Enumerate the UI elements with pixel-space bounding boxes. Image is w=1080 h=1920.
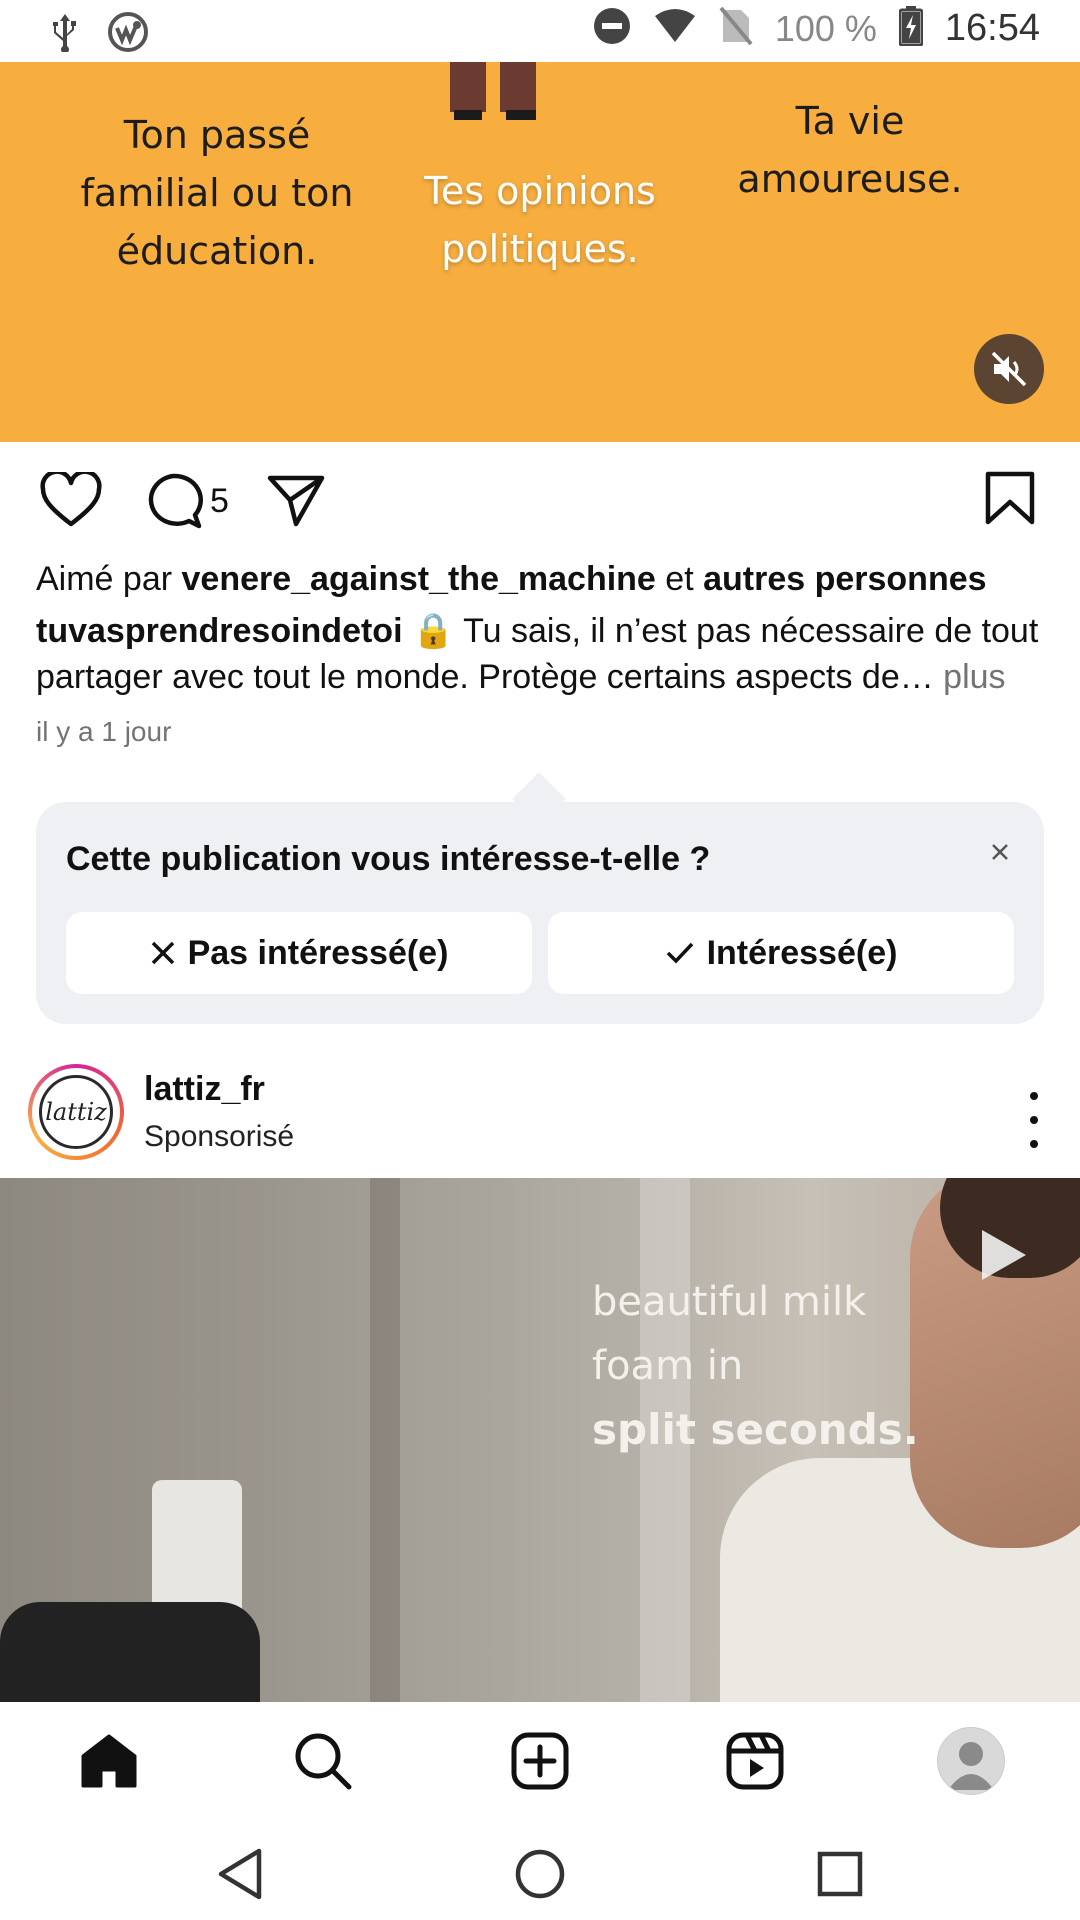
nav-reels-button[interactable] <box>720 1726 790 1796</box>
sponsored-label: Sponsorisé <box>144 1120 295 1153</box>
interested-button[interactable]: Intéressé(e) <box>548 912 1014 994</box>
card-close-button[interactable] <box>980 832 1020 872</box>
send-icon <box>267 475 325 527</box>
video-overlay-text: beautiful milk foam in split seconds. <box>592 1270 919 1462</box>
interest-card-title: Cette publication vous intéresse-t-elle … <box>66 840 711 878</box>
system-back-button[interactable] <box>210 1844 270 1904</box>
system-home-button[interactable] <box>510 1844 570 1904</box>
likes-line: Aimé par venere_against_the_machine et a… <box>36 556 1046 602</box>
dot <box>1030 1140 1038 1148</box>
no-sim-icon <box>719 6 753 51</box>
nav-search-button[interactable] <box>288 1726 358 1796</box>
lattiz-logo: lattiz <box>39 1075 113 1149</box>
comment-button[interactable]: 5 <box>142 472 229 530</box>
sponsored-post-header: lattiz lattiz_fr Sponsorisé <box>0 1054 1080 1178</box>
media-caption-center: Tes opinions politiques. <box>424 169 656 271</box>
app-notification-icon <box>108 12 148 57</box>
wall-seam <box>370 1178 400 1702</box>
like-button[interactable] <box>40 472 102 528</box>
home-icon <box>81 1734 137 1788</box>
dot <box>1030 1092 1038 1100</box>
caption-ellipsis: … <box>899 658 934 696</box>
comment-count: 5 <box>210 481 229 520</box>
bottom-navigation <box>0 1702 1080 1820</box>
comment-icon <box>148 473 203 529</box>
reels-icon <box>726 1732 784 1790</box>
post-actions: 5 <box>0 442 1080 562</box>
post-media-image[interactable]: Ton passé familial ou ton éducation. Tes… <box>0 62 1080 442</box>
post-username[interactable]: lattiz_fr <box>144 1070 265 1109</box>
status-bar: 100 % 16:54 <box>0 0 1080 62</box>
post-caption: tuvasprendresoindetoi 🔒 Tu sais, il n’es… <box>36 608 1046 700</box>
mute-button[interactable] <box>974 334 1044 404</box>
search-icon <box>295 1733 352 1790</box>
media-caption-left: Ton passé familial ou ton éducation. <box>80 113 354 273</box>
check-icon <box>666 942 693 964</box>
caption-author-link[interactable]: tuvasprendresoindetoi <box>36 612 403 650</box>
profile-avatar <box>937 1727 1005 1795</box>
wifi-icon <box>653 8 697 49</box>
system-navigation-bar <box>0 1820 1080 1920</box>
home-circle-icon <box>515 1849 565 1899</box>
avatar[interactable]: lattiz <box>28 1064 124 1160</box>
more-link[interactable]: plus <box>934 658 1005 696</box>
avatar-inner: lattiz <box>32 1068 120 1156</box>
nav-home-button[interactable] <box>74 1726 144 1796</box>
nav-create-button[interactable] <box>505 1726 575 1796</box>
usb-icon <box>48 12 82 57</box>
close-icon <box>151 941 174 965</box>
liked-user-link[interactable]: venere_against_the_machine <box>182 560 656 598</box>
share-button[interactable] <box>266 472 326 528</box>
heart-icon <box>40 472 102 527</box>
post-timestamp: il y a 1 jour <box>36 716 172 747</box>
not-interested-button[interactable]: Pas intéressé(e) <box>66 912 532 994</box>
not-interested-label: Pas intéressé(e) <box>187 933 449 972</box>
clock: 16:54 <box>944 7 1040 49</box>
system-recents-button[interactable] <box>810 1844 870 1904</box>
plus-square-icon <box>511 1732 569 1790</box>
dot <box>1030 1116 1038 1124</box>
interested-label: Intéressé(e) <box>706 933 898 972</box>
video-text-line2: foam in <box>592 1343 744 1389</box>
liked-prefix: Aimé par <box>36 560 182 598</box>
close-icon <box>992 844 1008 860</box>
play-icon <box>982 1230 1026 1280</box>
media-caption-right: Ta vie amoureuse. <box>737 99 963 201</box>
liked-others-link[interactable]: autres personnes <box>703 560 986 598</box>
battery-percent: 100 % <box>774 7 877 49</box>
play-button[interactable] <box>978 1226 1030 1289</box>
back-triangle-icon <box>218 1848 262 1900</box>
battery-charging-icon <box>898 6 924 51</box>
video-text-line1: beautiful milk <box>592 1279 867 1325</box>
sponsored-video[interactable]: beautiful milk foam in split seconds. <box>0 1178 1080 1702</box>
bookmark-icon <box>985 471 1035 525</box>
more-options-button[interactable] <box>1024 1092 1044 1148</box>
save-button[interactable] <box>984 470 1036 526</box>
recents-square-icon <box>817 1851 863 1897</box>
illustration-legs <box>450 62 536 120</box>
coffee-machine <box>0 1602 260 1702</box>
lock-emoji: 🔒 <box>411 612 455 650</box>
liked-and: et <box>655 560 704 598</box>
video-text-line3: split seconds. <box>592 1405 919 1454</box>
interest-feedback-card: Cette publication vous intéresse-t-elle … <box>36 802 1044 1024</box>
speaker-muted-icon <box>991 351 1027 387</box>
nav-profile-button[interactable] <box>936 1726 1006 1796</box>
dnd-icon <box>593 7 631 50</box>
user-silhouette-icon <box>948 1742 994 1790</box>
